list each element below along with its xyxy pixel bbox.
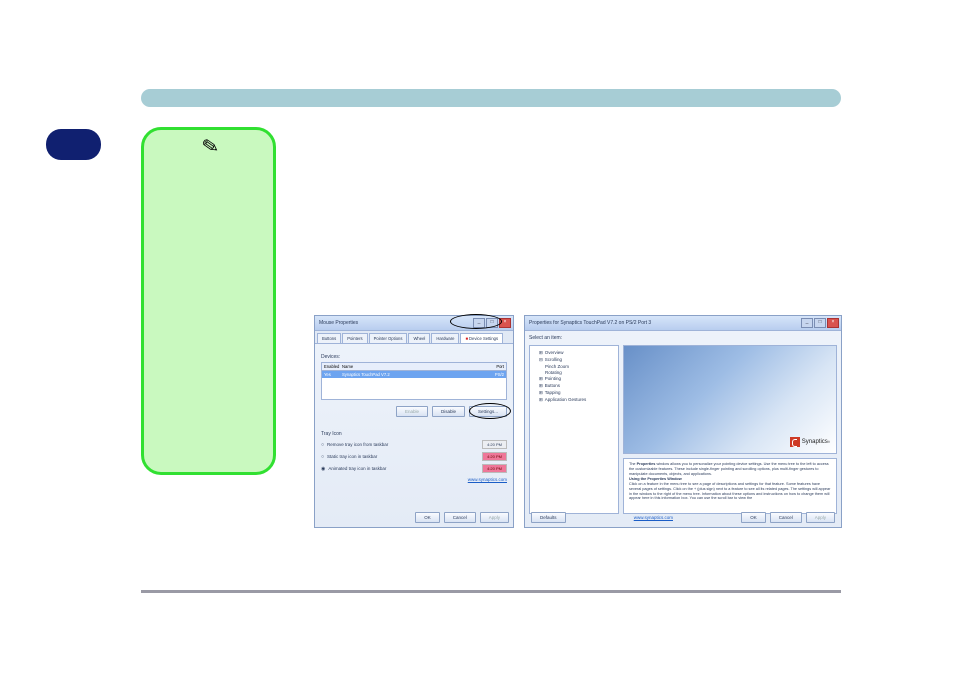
maximize-button[interactable]: □	[814, 318, 826, 328]
tree-tapping[interactable]: ⊞Tapping	[539, 390, 615, 396]
defaults-button[interactable]: Defaults	[531, 512, 566, 523]
tree-label-buttons: Buttons	[545, 383, 560, 388]
synaptics-logo-icon	[790, 437, 800, 447]
screenshot-pair: Mouse Properties _ □ × Buttons Pointers …	[314, 315, 842, 528]
ok-button[interactable]: OK	[415, 512, 440, 523]
cancel-button[interactable]: Cancel	[444, 512, 476, 523]
tray-icon-group: Tray Icon ○Remove tray icon from taskbar…	[321, 431, 507, 473]
tab-pointers[interactable]: Pointers	[342, 333, 367, 343]
tree-rotating[interactable]: Rotating	[545, 370, 615, 375]
device-enabled: Yes	[324, 372, 342, 377]
tree-label-overview: Overview	[545, 350, 564, 355]
device-button-row: Enable Disable Settings...	[321, 406, 507, 417]
radio-animated[interactable]: ◉	[321, 466, 325, 472]
dialog-button-row: OK Cancel Apply	[415, 512, 509, 523]
col-name: Name	[342, 364, 484, 369]
minimize-button[interactable]: _	[801, 318, 813, 328]
callout-box: ✎	[141, 127, 276, 475]
titlebar: Properties for Synaptics TouchPad V7.2 o…	[525, 316, 841, 331]
tree-pinch-zoom[interactable]: Pinch Zoom	[545, 364, 615, 369]
footer-rule	[141, 590, 841, 593]
right-pane: Synaptics® The Properties window allows …	[623, 345, 837, 514]
disable-button[interactable]: Disable	[432, 406, 465, 417]
time-anim: 4:20 PM	[482, 464, 507, 473]
devices-label: Devices:	[321, 354, 507, 360]
synaptics-logo-text: Synaptics	[802, 439, 828, 445]
desc-p1c: window allows you to personalize your po…	[629, 462, 829, 476]
device-row-selected[interactable]: Yes Synaptics TouchPad V7.2 PS/2	[322, 371, 506, 378]
tree-overview[interactable]: ⊞Overview	[539, 350, 615, 356]
tree-label-pointing: Pointing	[545, 376, 561, 381]
tab-wheel[interactable]: Wheel	[408, 333, 430, 343]
time-plain: 4:20 PM	[482, 440, 507, 449]
synaptics-logo: Synaptics®	[790, 437, 830, 447]
window-body: ⊞Overview ⊟Scrolling Pinch Zoom Rotating…	[525, 341, 841, 518]
tab-hardware[interactable]: Hardware	[431, 333, 459, 343]
col-enabled: Enabled	[324, 364, 342, 369]
tab-device-settings[interactable]: ■Device Settings	[460, 333, 503, 343]
mouse-properties-window: Mouse Properties _ □ × Buttons Pointers …	[314, 315, 514, 528]
synaptics-link[interactable]: www.synaptics.com	[468, 477, 507, 482]
synaptics-link[interactable]: www.synaptics.com	[634, 515, 673, 520]
titlebar: Mouse Properties _ □ ×	[315, 316, 513, 331]
tray-animated-label: Animated tray icon in taskbar	[328, 466, 386, 471]
close-button[interactable]: ×	[827, 318, 839, 328]
tab-device-settings-label: Device Settings	[469, 336, 498, 341]
synaptics-properties-window: Properties for Synaptics TouchPad V7.2 o…	[524, 315, 842, 528]
tree-scrolling[interactable]: ⊟Scrolling Pinch Zoom Rotating	[539, 357, 615, 375]
window-title: Mouse Properties	[319, 320, 358, 326]
synaptics-tab-icon: ■	[465, 336, 468, 341]
device-list-header: Enabled Name Port	[322, 363, 506, 371]
cancel-button[interactable]: Cancel	[770, 512, 802, 523]
desc-h2: Using the Properties Window	[629, 477, 682, 481]
tray-remove-label: Remove tray icon from taskbar	[327, 442, 388, 447]
enable-button[interactable]: Enable	[396, 406, 428, 417]
desc-p1a: The	[629, 462, 637, 466]
tab-buttons[interactable]: Buttons	[317, 333, 341, 343]
tab-pointer-options[interactable]: Pointer Options	[369, 333, 408, 343]
window-title: Properties for Synaptics TouchPad V7.2 o…	[529, 320, 651, 326]
desc-p2: Click on a feature in the menu tree to s…	[629, 482, 830, 501]
device-list: Enabled Name Port Yes Synaptics TouchPad…	[321, 362, 507, 400]
panel-body: Devices: Enabled Name Port Yes Synaptics…	[315, 344, 513, 488]
feature-tree: ⊞Overview ⊟Scrolling Pinch Zoom Rotating…	[529, 345, 619, 514]
tree-pointing[interactable]: ⊞Pointing	[539, 376, 615, 382]
synaptics-link-row: www.synaptics.com	[321, 477, 507, 482]
tree-label-tapping: Tapping	[545, 390, 561, 395]
close-button[interactable]: ×	[499, 318, 511, 328]
preview-image: Synaptics®	[623, 345, 837, 454]
tray-static-label: Static tray icon in taskbar	[327, 454, 377, 459]
tray-icon-label: Tray Icon	[321, 431, 507, 437]
time-static: 4:20 PM	[482, 452, 507, 461]
tab-row: Buttons Pointers Pointer Options Wheel H…	[315, 331, 513, 344]
minimize-button[interactable]: _	[473, 318, 485, 328]
tree-label-app-gestures: Application Gestures	[545, 397, 587, 402]
device-name: Synaptics TouchPad V7.2	[342, 372, 484, 377]
radio-remove[interactable]: ○	[321, 442, 324, 448]
tree-app-gestures[interactable]: ⊞Application Gestures	[539, 397, 615, 403]
device-port: PS/2	[484, 372, 504, 377]
desc-p1b: Properties	[637, 462, 656, 466]
description-box: The Properties window allows you to pers…	[623, 458, 837, 514]
window-controls: _ □ ×	[801, 318, 839, 328]
maximize-button[interactable]: □	[486, 318, 498, 328]
ok-button[interactable]: OK	[741, 512, 766, 523]
apply-button[interactable]: Apply	[480, 512, 509, 523]
header-rule	[141, 89, 841, 107]
apply-button[interactable]: Apply	[806, 512, 835, 523]
col-port: Port	[484, 364, 504, 369]
tray-option-static: ○Static tray icon in taskbar 4:20 PM	[321, 452, 507, 461]
settings-button[interactable]: Settings...	[469, 406, 507, 417]
tray-option-remove: ○Remove tray icon from taskbar 4:20 PM	[321, 440, 507, 449]
window-controls: _ □ ×	[473, 318, 511, 328]
tree-buttons[interactable]: ⊞Buttons	[539, 383, 615, 389]
section-badge	[46, 129, 101, 160]
tree-label-scrolling: Scrolling	[545, 357, 562, 362]
radio-static[interactable]: ○	[321, 454, 324, 460]
pen-icon: ✎	[200, 133, 221, 161]
tray-option-animated: ◉Animated tray icon in taskbar 4:20 PM	[321, 464, 507, 473]
dialog-footer: Defaults www.synaptics.com OK Cancel App…	[525, 512, 841, 523]
